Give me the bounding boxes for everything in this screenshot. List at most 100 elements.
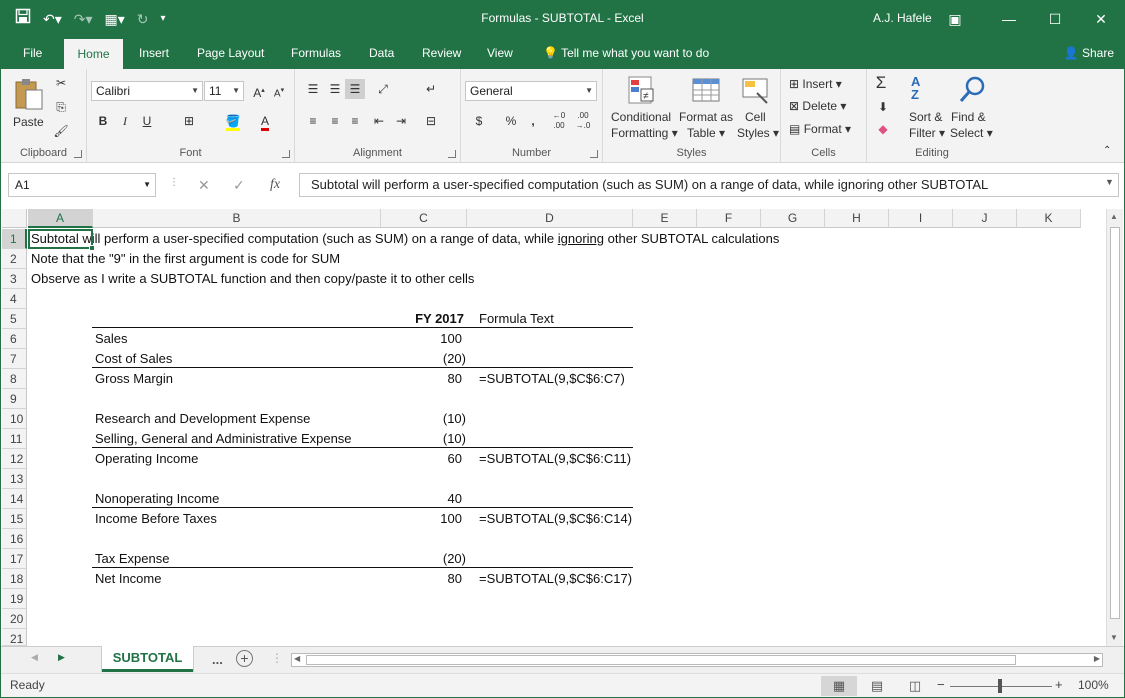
tab-insert[interactable]: Insert (133, 37, 175, 69)
column-header-a[interactable]: A (28, 209, 93, 228)
wrap-text-icon[interactable]: ↵ (421, 79, 441, 99)
delete-cells-button[interactable]: ⊠ Delete ▾ (789, 99, 846, 113)
tab-review[interactable]: Review (416, 37, 467, 69)
align-center-icon[interactable]: ≡ (325, 111, 345, 131)
number-format-select[interactable]: General ▼ (465, 81, 597, 101)
copy-icon[interactable]: ⎘ (51, 97, 71, 117)
cell-d8[interactable]: =SUBTOTAL(9,$C$6:C7) (479, 369, 625, 389)
format-as-table-button[interactable]: Format as Table ▾ (679, 73, 735, 143)
row-header-16[interactable]: 16 (2, 529, 27, 549)
tab-page-layout[interactable]: Page Layout (191, 37, 270, 69)
cell-b6[interactable]: Sales (95, 329, 128, 349)
cell-b7[interactable]: Cost of Sales (95, 349, 172, 369)
cell-c6[interactable]: 100 (382, 329, 462, 349)
more-options-icon[interactable]: ⋮ (169, 177, 179, 188)
row-header-7[interactable]: 7 (2, 349, 27, 369)
merge-center-icon[interactable]: ⊟ (421, 111, 441, 131)
cell-b11[interactable]: Selling, General and Administrative Expe… (95, 429, 352, 449)
font-size-select[interactable]: 11 ▼ (204, 81, 244, 101)
scroll-down-icon[interactable]: ▼ (1110, 633, 1118, 642)
sort-filter-button[interactable]: AZ Sort & Filter ▾ (907, 73, 947, 143)
cell-styles-button[interactable]: Cell Styles ▾ (735, 73, 779, 143)
clear-icon[interactable]: ◆ (873, 119, 893, 139)
middle-align-icon[interactable]: ☰ (325, 79, 345, 99)
increase-decimal-icon[interactable]: ←0.00 (549, 111, 569, 131)
vertical-scroll-thumb[interactable] (1110, 227, 1120, 619)
fill-color-icon[interactable]: 🪣 (223, 111, 243, 131)
tab-data[interactable]: Data (363, 37, 400, 69)
cell-d12[interactable]: =SUBTOTAL(9,$C$6:C11) (479, 449, 631, 469)
orientation-icon[interactable]: ⤢ (373, 79, 393, 99)
enter-icon[interactable]: ✓ (233, 177, 245, 194)
cell-b14[interactable]: Nonoperating Income (95, 489, 219, 509)
share-button[interactable]: 👤 Share (1064, 37, 1114, 69)
percent-button[interactable]: % (501, 111, 521, 131)
cell-b8[interactable]: Gross Margin (95, 369, 173, 389)
align-right-icon[interactable]: ≡ (345, 111, 365, 131)
row-header-20[interactable]: 20 (2, 609, 27, 629)
maximize-icon[interactable]: ☐ (1032, 1, 1078, 37)
cancel-icon[interactable]: ✕ (198, 177, 210, 194)
cell-c18[interactable]: 80 (382, 569, 462, 589)
borders-icon[interactable]: ⊞ (179, 111, 199, 131)
sheet-tab-subtotal[interactable]: SUBTOTAL (102, 646, 193, 672)
align-left-icon[interactable]: ≡ (303, 111, 323, 131)
increase-indent-icon[interactable]: ⇥ (391, 111, 411, 131)
row-header-5[interactable]: 5 (2, 309, 27, 329)
formula-input[interactable]: Subtotal will perform a user-specified c… (299, 173, 1119, 197)
add-sheet-icon[interactable]: + (236, 650, 253, 667)
row-header-10[interactable]: 10 (2, 409, 27, 429)
insert-function-icon[interactable]: fx (270, 177, 280, 193)
cell-b15[interactable]: Income Before Taxes (95, 509, 217, 529)
select-all-corner[interactable] (2, 209, 27, 228)
cell-a1[interactable]: Subtotal will perform a user-specified c… (31, 229, 779, 249)
row-header-6[interactable]: 6 (2, 329, 27, 349)
bottom-align-icon[interactable]: ☰ (345, 79, 365, 99)
paste-button[interactable]: Paste (9, 75, 49, 135)
name-box[interactable]: A1 ▼ (8, 173, 156, 197)
cell-d5[interactable]: Formula Text (479, 309, 554, 329)
cell-c14[interactable]: 40 (382, 489, 462, 509)
row-header-2[interactable]: 2 (2, 249, 27, 269)
close-icon[interactable]: ✕ (1078, 1, 1124, 37)
row-header-8[interactable]: 8 (2, 369, 27, 389)
comma-button[interactable]: , (523, 111, 543, 131)
decrease-decimal-icon[interactable]: .00 →.0 (573, 111, 593, 131)
fill-handle[interactable] (89, 245, 95, 251)
currency-button[interactable]: $ (469, 111, 489, 131)
page-layout-view-icon[interactable]: ▤ (859, 676, 895, 696)
row-header-21[interactable]: 21 (2, 629, 27, 646)
row-header-9[interactable]: 9 (2, 389, 27, 409)
vertical-scrollbar[interactable]: ▲ ▼ (1106, 209, 1123, 646)
column-header-g[interactable]: G (761, 209, 825, 228)
tab-split-handle[interactable]: ⋮ (271, 651, 283, 665)
scroll-left-icon[interactable]: ◀ (294, 654, 300, 663)
tab-formulas[interactable]: Formulas (285, 37, 347, 69)
tab-home[interactable]: Home (64, 39, 123, 69)
expand-formula-bar-icon[interactable]: ▼ (1105, 177, 1114, 187)
cell-c7[interactable]: (20) (382, 349, 466, 369)
row-header-19[interactable]: 19 (2, 589, 27, 609)
column-header-b[interactable]: B (93, 209, 381, 228)
italic-button[interactable]: I (115, 111, 135, 131)
horizontal-scroll-thumb[interactable] (306, 655, 1016, 665)
font-name-select[interactable]: Calibri ▼ (91, 81, 203, 101)
cut-icon[interactable]: ✂ (51, 73, 71, 93)
increase-font-icon[interactable]: A▴ (249, 81, 269, 101)
column-header-f[interactable]: F (697, 209, 761, 228)
zoom-level[interactable]: 100% (1078, 678, 1109, 692)
cell-b10[interactable]: Research and Development Expense (95, 409, 310, 429)
row-header-4[interactable]: 4 (2, 289, 27, 309)
conditional-formatting-button[interactable]: ≠ Conditional Formatting ▾ (607, 73, 678, 143)
insert-cells-button[interactable]: ⊞ Insert ▾ (789, 77, 842, 91)
scroll-right-icon[interactable]: ▶ (1094, 654, 1100, 663)
bold-button[interactable]: B (93, 111, 113, 131)
number-launcher[interactable] (590, 150, 598, 158)
alignment-launcher[interactable] (448, 150, 456, 158)
cell-b18[interactable]: Net Income (95, 569, 161, 589)
column-header-i[interactable]: I (889, 209, 953, 228)
underline-button[interactable]: U (137, 111, 157, 131)
prev-sheet-icon[interactable]: ◀ (31, 652, 38, 663)
font-color-icon[interactable]: A (255, 111, 275, 131)
fill-icon[interactable]: ⬇ (873, 97, 893, 117)
